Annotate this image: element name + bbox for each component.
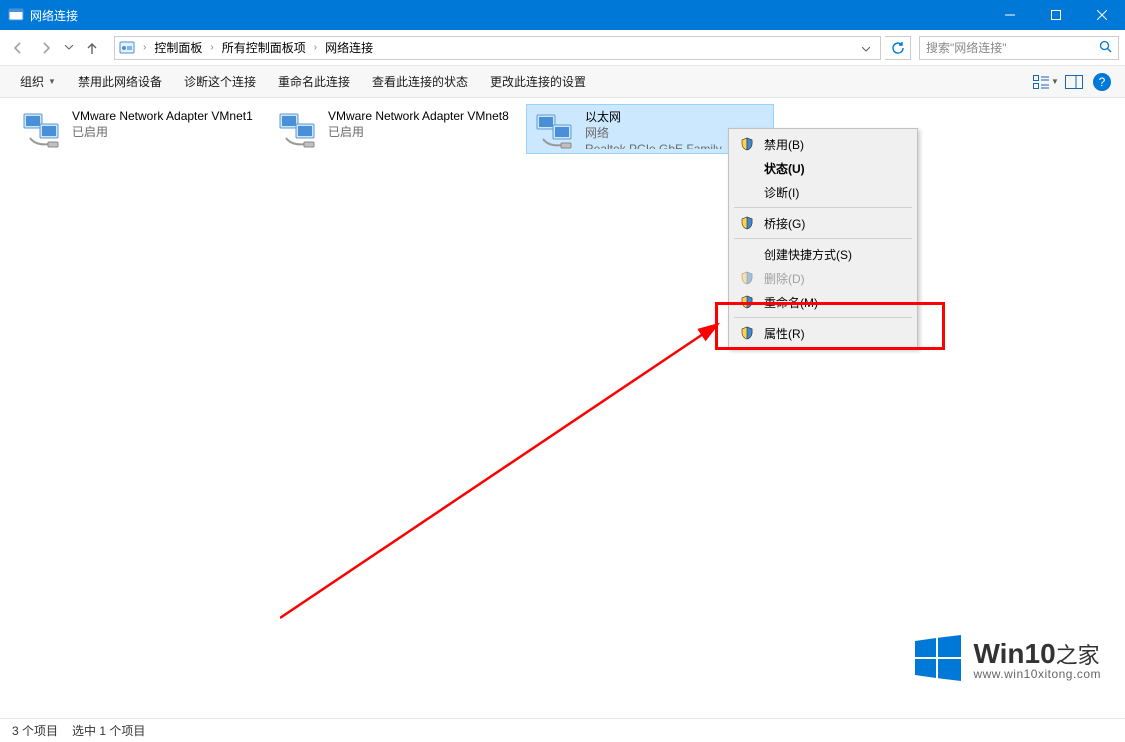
menu-separator xyxy=(734,317,912,318)
adapter-status: 已启用 xyxy=(328,124,509,140)
window-icon xyxy=(8,7,24,23)
watermark-brand: Win10 xyxy=(973,638,1055,669)
forward-button[interactable] xyxy=(34,36,58,60)
titlebar: 网络连接 xyxy=(0,0,1125,30)
annotation-arrow xyxy=(280,318,730,628)
menu-item-rename[interactable]: 重命名(M) xyxy=(732,290,914,314)
menu-item-bridge[interactable]: 桥接(G) xyxy=(732,211,914,235)
network-adapter-icon xyxy=(274,108,322,152)
change-settings-button[interactable]: 更改此连接的设置 xyxy=(480,69,596,94)
breadcrumb-item[interactable]: 控制面板 xyxy=(154,39,202,56)
shield-icon xyxy=(740,271,754,285)
chevron-right-icon: › xyxy=(139,42,150,53)
command-toolbar: 组织▼ 禁用此网络设备 诊断这个连接 重命名此连接 查看此连接的状态 更改此连接… xyxy=(0,66,1125,98)
view-status-button[interactable]: 查看此连接的状态 xyxy=(362,69,478,94)
menu-item-delete: 删除(D) xyxy=(732,266,914,290)
shield-icon xyxy=(740,295,754,309)
disable-device-button[interactable]: 禁用此网络设备 xyxy=(68,69,172,94)
windows-logo-icon xyxy=(911,631,965,688)
address-bar[interactable]: › 控制面板 › 所有控制面板项 › 网络连接 xyxy=(114,36,881,60)
search-icon xyxy=(1099,40,1112,56)
help-button[interactable]: ? xyxy=(1089,69,1115,95)
context-menu: 禁用(B) 状态(U) 诊断(I) 桥接(G) 创建快捷方式(S) 删除(D) … xyxy=(728,128,918,349)
window-title: 网络连接 xyxy=(30,7,987,24)
status-bar: 3 个项目 选中 1 个项目 xyxy=(0,718,1125,742)
back-button[interactable] xyxy=(6,36,30,60)
content-area: VMware Network Adapter VMnet1 已启用 VMware… xyxy=(0,98,1125,718)
network-adapter-icon xyxy=(18,108,66,152)
breadcrumb-item[interactable]: 所有控制面板项 xyxy=(222,39,306,56)
menu-item-create-shortcut[interactable]: 创建快捷方式(S) xyxy=(732,242,914,266)
shield-icon xyxy=(740,216,754,230)
watermark-suffix: 之家 xyxy=(1056,643,1100,668)
menu-item-properties[interactable]: 属性(R) xyxy=(732,321,914,345)
status-item-count: 3 个项目 xyxy=(12,722,58,739)
chevron-right-icon: › xyxy=(310,42,321,53)
chevron-down-icon: ▼ xyxy=(48,77,56,86)
menu-item-status[interactable]: 状态(U) xyxy=(732,156,914,180)
search-placeholder: 搜索"网络连接" xyxy=(926,39,1007,56)
adapter-name: VMware Network Adapter VMnet1 xyxy=(72,108,253,124)
address-dropdown[interactable] xyxy=(856,41,876,55)
diagnose-button[interactable]: 诊断这个连接 xyxy=(174,69,266,94)
organize-button[interactable]: 组织▼ xyxy=(10,69,66,94)
network-adapter-item[interactable]: VMware Network Adapter VMnet1 已启用 xyxy=(14,104,262,154)
up-button[interactable] xyxy=(80,36,104,60)
navigation-bar: › 控制面板 › 所有控制面板项 › 网络连接 搜索"网络连接" xyxy=(0,30,1125,66)
network-adapter-icon xyxy=(531,109,579,153)
watermark: Win10之家 www.win10xitong.com xyxy=(911,631,1101,688)
minimize-button[interactable] xyxy=(987,0,1033,30)
shield-icon xyxy=(740,137,754,151)
menu-item-diagnose[interactable]: 诊断(I) xyxy=(732,180,914,204)
rename-connection-button[interactable]: 重命名此连接 xyxy=(268,69,360,94)
control-panel-icon xyxy=(119,40,135,56)
adapter-status: 已启用 xyxy=(72,124,253,140)
adapter-detail: Realtek PCIe GbE Family ... xyxy=(585,141,735,149)
window-system-buttons xyxy=(987,0,1125,30)
breadcrumb-item[interactable]: 网络连接 xyxy=(325,39,373,56)
adapter-name: VMware Network Adapter VMnet8 xyxy=(328,108,509,124)
history-dropdown[interactable] xyxy=(62,45,76,50)
adapter-name: 以太网 xyxy=(585,109,735,125)
menu-separator xyxy=(734,238,912,239)
watermark-url: www.win10xitong.com xyxy=(973,668,1101,680)
chevron-right-icon: › xyxy=(206,42,217,53)
close-button[interactable] xyxy=(1079,0,1125,30)
preview-pane-button[interactable] xyxy=(1061,69,1087,95)
view-options-button[interactable]: ▼ xyxy=(1033,69,1059,95)
menu-item-disable[interactable]: 禁用(B) xyxy=(732,132,914,156)
shield-icon xyxy=(740,326,754,340)
menu-separator xyxy=(734,207,912,208)
adapter-status: 网络 xyxy=(585,125,735,141)
maximize-button[interactable] xyxy=(1033,0,1079,30)
network-adapter-item[interactable]: VMware Network Adapter VMnet8 已启用 xyxy=(270,104,518,154)
status-selected-count: 选中 1 个项目 xyxy=(72,722,145,739)
refresh-button[interactable] xyxy=(885,36,911,60)
search-input[interactable]: 搜索"网络连接" xyxy=(919,36,1119,60)
